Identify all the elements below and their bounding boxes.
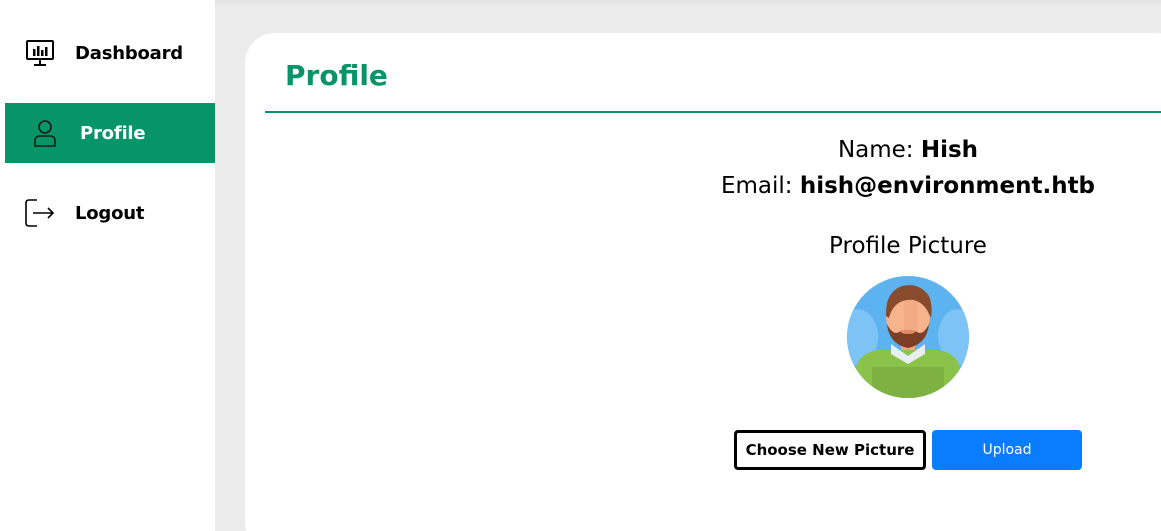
name-line: Name: Hish xyxy=(245,137,1161,163)
email-line: Email: hish@environment.htb xyxy=(245,173,1161,199)
choose-new-picture-button[interactable]: Choose New Picture xyxy=(734,430,926,470)
top-bar xyxy=(215,0,1161,8)
sidebar-item-dashboard[interactable]: Dashboard xyxy=(5,23,215,83)
user-icon xyxy=(29,117,61,149)
name-label: Name: xyxy=(837,137,914,163)
sidebar-item-label: Dashboard xyxy=(75,42,183,64)
sidebar-item-label: Logout xyxy=(75,202,145,224)
email-value: hish@environment.htb xyxy=(799,173,1096,199)
email-label: Email: xyxy=(720,173,793,199)
sidebar-item-profile[interactable]: Profile xyxy=(5,103,215,163)
sidebar-item-logout[interactable]: Logout xyxy=(5,183,215,243)
dashboard-monitor-icon xyxy=(24,37,56,69)
logout-icon xyxy=(24,197,56,229)
profile-card: Profile Name: Hish Email: hish@environme… xyxy=(245,33,1161,531)
upload-button[interactable]: Upload xyxy=(932,430,1082,470)
profile-picture-title: Profile Picture xyxy=(829,233,987,259)
page-title: Profile xyxy=(285,59,388,92)
sidebar: Dashboard Profile Logout xyxy=(0,0,215,531)
title-divider xyxy=(265,111,1161,113)
male-avatar-icon xyxy=(847,272,969,398)
sidebar-item-label: Profile xyxy=(80,122,146,144)
name-value: Hish xyxy=(920,137,979,163)
